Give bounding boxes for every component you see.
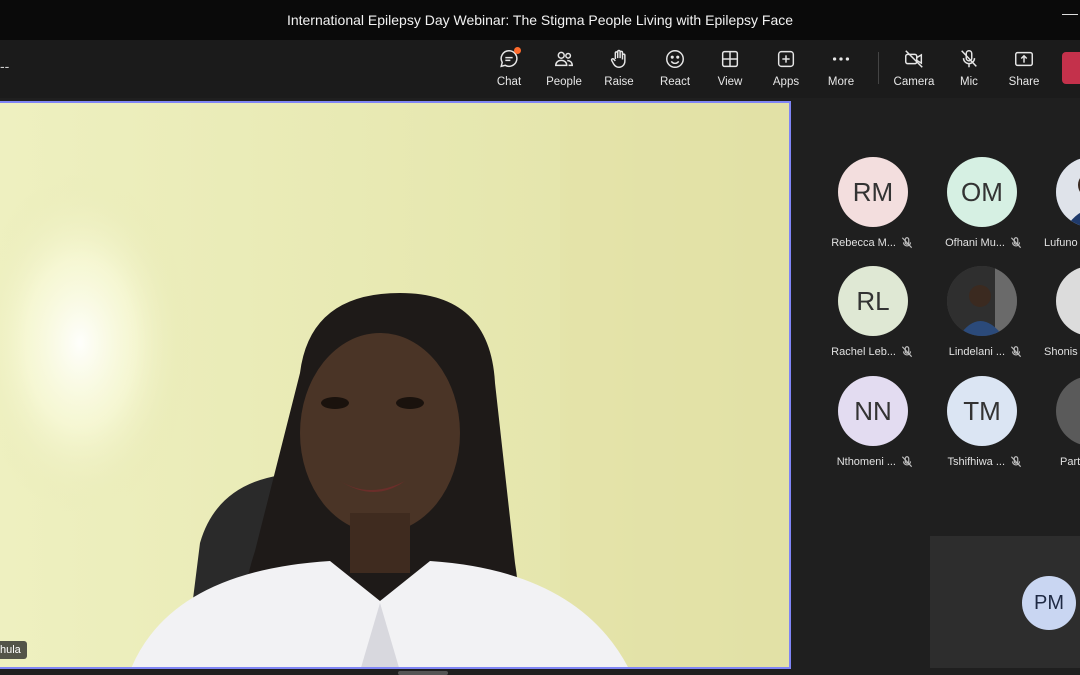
- avatar-photo-image: [1056, 157, 1080, 227]
- chat-button[interactable]: Chat: [482, 47, 536, 96]
- mic-muted-icon: [901, 346, 913, 358]
- self-avatar: PM: [1022, 576, 1076, 630]
- raise-label: Raise: [604, 76, 634, 88]
- share-button[interactable]: Share: [997, 48, 1051, 96]
- mic-button[interactable]: Mic: [942, 48, 996, 96]
- apps-icon: [777, 50, 795, 68]
- view-label: View: [717, 76, 743, 88]
- avatar: NN: [838, 376, 908, 446]
- react-button[interactable]: React: [648, 48, 702, 96]
- self-view-tile[interactable]: PM: [930, 536, 1080, 668]
- react-icon: [666, 50, 684, 68]
- speaker-name-tag: hula: [0, 641, 27, 659]
- avatar: S: [1056, 266, 1080, 336]
- mic-muted-icon: [1010, 456, 1022, 468]
- participant-tile[interactable]: RL Rachel Leb...: [820, 266, 928, 366]
- participant-tile[interactable]: Lindelani ...: [929, 266, 1037, 366]
- participant-name: Ofhani Mu...: [945, 237, 1005, 249]
- more-icon: [832, 57, 850, 61]
- participant-tile[interactable]: Lufuno: [1038, 157, 1080, 257]
- participant-name: Nthomeni ...: [836, 456, 896, 468]
- apps-label: Apps: [772, 76, 800, 88]
- toolbar-divider: [878, 52, 879, 84]
- participant-tile[interactable]: NN Nthomeni ...: [820, 376, 928, 476]
- chat-notification-dot: [514, 47, 521, 54]
- mic-muted-icon: [1010, 237, 1022, 249]
- participant-name: Rachel Leb...: [831, 346, 896, 358]
- people-button[interactable]: People: [537, 48, 591, 96]
- participant-name: Shonis: [1044, 346, 1078, 358]
- main-video-stage[interactable]: hula: [0, 101, 791, 669]
- more-label: More: [827, 76, 855, 88]
- avatar-photo: [947, 266, 1017, 336]
- camera-off-icon: [905, 50, 923, 68]
- meeting-title: International Epilepsy Day Webinar: The …: [286, 12, 794, 28]
- participant-tile[interactable]: S Shonis: [1038, 266, 1080, 366]
- participants-overflow-tile[interactable]: Part: [1038, 376, 1080, 476]
- people-icon: [555, 51, 573, 67]
- view-icon: [721, 50, 739, 68]
- leave-button[interactable]: [1062, 52, 1080, 84]
- camera-label: Camera: [893, 76, 935, 88]
- meeting-timer: --: [0, 58, 10, 74]
- raise-hand-button[interactable]: Raise: [592, 48, 646, 96]
- participant-name: Lindelani ...: [948, 346, 1005, 358]
- chat-label: Chat: [496, 76, 522, 88]
- mic-off-icon: [961, 50, 977, 68]
- avatar: RL: [838, 266, 908, 336]
- apps-button[interactable]: Apps: [759, 48, 813, 96]
- mic-muted-icon: [901, 456, 913, 468]
- react-label: React: [659, 76, 691, 88]
- participant-name: Part: [1060, 456, 1080, 468]
- participant-name: Lufuno: [1044, 237, 1078, 249]
- more-button[interactable]: More: [814, 48, 868, 96]
- raise-hand-icon: [610, 49, 626, 68]
- stage-resize-handle[interactable]: [398, 671, 448, 675]
- avatar-photo-image: [947, 266, 1017, 336]
- share-icon: [1015, 51, 1033, 67]
- participant-tile[interactable]: OM Ofhani Mu...: [929, 157, 1037, 257]
- minimize-button[interactable]: [1062, 14, 1078, 15]
- avatar: RM: [838, 157, 908, 227]
- people-label: People: [546, 76, 582, 88]
- participant-name: Rebecca M...: [831, 237, 896, 249]
- participant-tile[interactable]: TM Tshifhiwa ...: [929, 376, 1037, 476]
- participant-tile[interactable]: RM Rebecca M...: [820, 157, 928, 257]
- meeting-toolbar: -- Chat People Raise React View Apps Mor…: [0, 40, 1080, 98]
- share-label: Share: [1008, 76, 1040, 88]
- mic-muted-icon: [901, 237, 913, 249]
- avatar: TM: [947, 376, 1017, 446]
- avatar: OM: [947, 157, 1017, 227]
- participant-name: Tshifhiwa ...: [947, 456, 1005, 468]
- speaker-video: [0, 103, 789, 667]
- avatar-photo: [1056, 157, 1080, 227]
- avatar: [1056, 376, 1080, 446]
- view-button[interactable]: View: [703, 48, 757, 96]
- camera-button[interactable]: Camera: [887, 48, 941, 96]
- window-titlebar: International Epilepsy Day Webinar: The …: [0, 0, 1080, 40]
- mic-label: Mic: [960, 76, 978, 88]
- mic-muted-icon: [1010, 346, 1022, 358]
